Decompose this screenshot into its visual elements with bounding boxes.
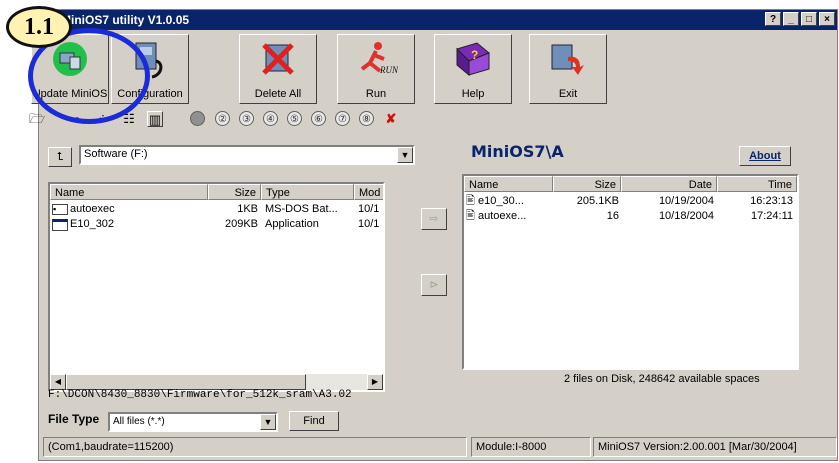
- table-row[interactable]: 🖹 e10_30... 205.1KB 10/19/2004 16:23:13: [464, 194, 797, 208]
- com4-port-icon[interactable]: ④: [263, 111, 278, 126]
- remote-file-list[interactable]: Name Size Date Time 🖹 e10_30... 205.1KB …: [462, 174, 799, 370]
- file-type-label: File Type: [48, 412, 100, 426]
- chevron-down-icon[interactable]: ▼: [260, 414, 276, 430]
- file-icon: 🖹: [466, 210, 475, 222]
- table-row[interactable]: 🖹 autoexe... 16 10/18/2004 17:24:11: [464, 209, 797, 223]
- scrollbar-thumb[interactable]: [66, 374, 306, 390]
- find-button[interactable]: Find: [289, 411, 339, 431]
- run-icon: RUN: [360, 42, 398, 75]
- col-size[interactable]: Size: [208, 184, 261, 200]
- table-row[interactable]: E10_302 209KB Application 10/1: [50, 217, 383, 231]
- scroll-right-icon[interactable]: ▶: [367, 374, 383, 390]
- application-icon: [52, 219, 68, 231]
- maximize-button[interactable]: □: [801, 12, 817, 26]
- local-row-name: autoexec: [70, 203, 115, 215]
- app-window: MiniOS7 utility V1.0.05 ? _ □ × Update M…: [29, 9, 838, 461]
- local-row-mod: 10/1: [358, 203, 380, 215]
- about-button[interactable]: About: [739, 146, 791, 166]
- batch-file-icon: ▪: [52, 204, 68, 215]
- remote-row-size: 16: [606, 210, 619, 222]
- remote-title: MiniOS7\A: [471, 142, 564, 161]
- local-row-size: 1KB: [237, 203, 258, 215]
- exit-label: Exit: [558, 88, 578, 100]
- status-module: Module:I-8000: [471, 437, 591, 457]
- drive-select-value: Software (F:): [84, 148, 148, 160]
- chevron-down-icon[interactable]: ▼: [397, 147, 413, 163]
- exit-button[interactable]: Exit: [529, 34, 607, 104]
- col-time[interactable]: Time: [717, 176, 797, 192]
- open-folder-icon[interactable]: 🗁: [29, 111, 45, 127]
- run-button[interactable]: RUN Run: [337, 34, 415, 104]
- remote-row-time: 17:24:11: [750, 210, 793, 222]
- exit-icon: [551, 44, 584, 75]
- delete-all-button[interactable]: Delete All: [239, 34, 317, 104]
- file-type-select[interactable]: All files (*.*) ▼: [108, 412, 278, 432]
- step-callout: 1.1: [6, 6, 72, 48]
- window-title: MiniOS7 utility V1.0.05: [61, 13, 190, 27]
- upload-arrow-button[interactable]: ⇨: [421, 208, 447, 230]
- col-mod[interactable]: Mod: [354, 184, 383, 200]
- com8-port-icon[interactable]: ⑧: [359, 111, 374, 126]
- file-icon: 🖹: [466, 195, 475, 207]
- col-type[interactable]: Type: [261, 184, 354, 200]
- upload-all-button[interactable]: ⊳: [421, 274, 447, 296]
- up-folder-icon: ⮤: [56, 151, 64, 163]
- delete-all-label: Delete All: [254, 88, 302, 100]
- local-row-size: 209KB: [224, 218, 258, 230]
- local-row-name: E10_302: [70, 218, 115, 230]
- local-row-type: Application: [265, 218, 319, 230]
- right-arrowhead-icon: ⊳: [429, 279, 439, 291]
- disconnect-icon[interactable]: ✘: [383, 111, 399, 127]
- help-window-button[interactable]: ?: [765, 12, 781, 26]
- minimize-button[interactable]: _: [783, 12, 799, 26]
- delete-all-icon: [262, 43, 294, 75]
- svg-text:RUN: RUN: [379, 65, 398, 75]
- remote-row-date: 10/18/2004: [658, 210, 714, 222]
- parent-folder-button[interactable]: ⮤: [48, 147, 72, 167]
- local-row-mod: 10/1: [358, 218, 380, 230]
- file-type-value: All files (*.*): [113, 416, 165, 427]
- col-name[interactable]: Name: [464, 176, 553, 192]
- col-size[interactable]: Size: [553, 176, 621, 192]
- com3-port-icon[interactable]: ③: [239, 111, 254, 126]
- help-button[interactable]: ? Help: [434, 34, 512, 104]
- close-button[interactable]: ×: [819, 12, 835, 26]
- help-label: Help: [461, 88, 485, 100]
- current-path: F:\DCON\8430_8830\Firmware\for_512k_sram…: [48, 389, 352, 401]
- local-row-type: MS-DOS Bat...: [265, 203, 338, 215]
- details-view-icon[interactable]: ▥: [147, 111, 163, 127]
- com6-port-icon[interactable]: ⑥: [311, 111, 326, 126]
- col-name[interactable]: Name: [50, 184, 208, 200]
- remote-row-date: 10/19/2004: [658, 195, 714, 207]
- com1-port-icon[interactable]: [190, 111, 205, 126]
- remote-row-size: 205.1KB: [576, 195, 619, 207]
- status-com: (Com1,baudrate=115200): [43, 437, 467, 457]
- table-row[interactable]: ▪ autoexec 1KB MS-DOS Bat... 10/1: [50, 202, 383, 216]
- help-book-icon: ?: [456, 42, 490, 77]
- com2-port-icon[interactable]: ②: [215, 111, 230, 126]
- remote-row-time: 16:23:13: [750, 195, 793, 207]
- local-file-list[interactable]: Name Size Type Mod ▪ autoexec 1KB MS-DOS…: [48, 182, 385, 392]
- com5-port-icon[interactable]: ⑤: [287, 111, 302, 126]
- col-date[interactable]: Date: [621, 176, 717, 192]
- com7-port-icon[interactable]: ⑦: [335, 111, 350, 126]
- horizontal-scrollbar[interactable]: ◀ ▶: [50, 374, 383, 390]
- title-bar: MiniOS7 utility V1.0.05 ? _ □ ×: [39, 10, 837, 30]
- disk-info: 2 files on Disk, 248642 available spaces: [564, 373, 760, 385]
- drive-select[interactable]: Software (F:) ▼: [79, 145, 415, 165]
- scroll-left-icon[interactable]: ◀: [50, 374, 66, 390]
- remote-row-name: autoexe...: [478, 210, 527, 222]
- status-version: MiniOS7 Version:2.00.001 [Mar/30/2004]: [593, 437, 837, 457]
- right-arrow-icon: ⇨: [429, 213, 439, 225]
- svg-text:?: ?: [471, 48, 478, 62]
- run-label: Run: [365, 88, 387, 100]
- remote-row-name: e10_30...: [478, 195, 524, 207]
